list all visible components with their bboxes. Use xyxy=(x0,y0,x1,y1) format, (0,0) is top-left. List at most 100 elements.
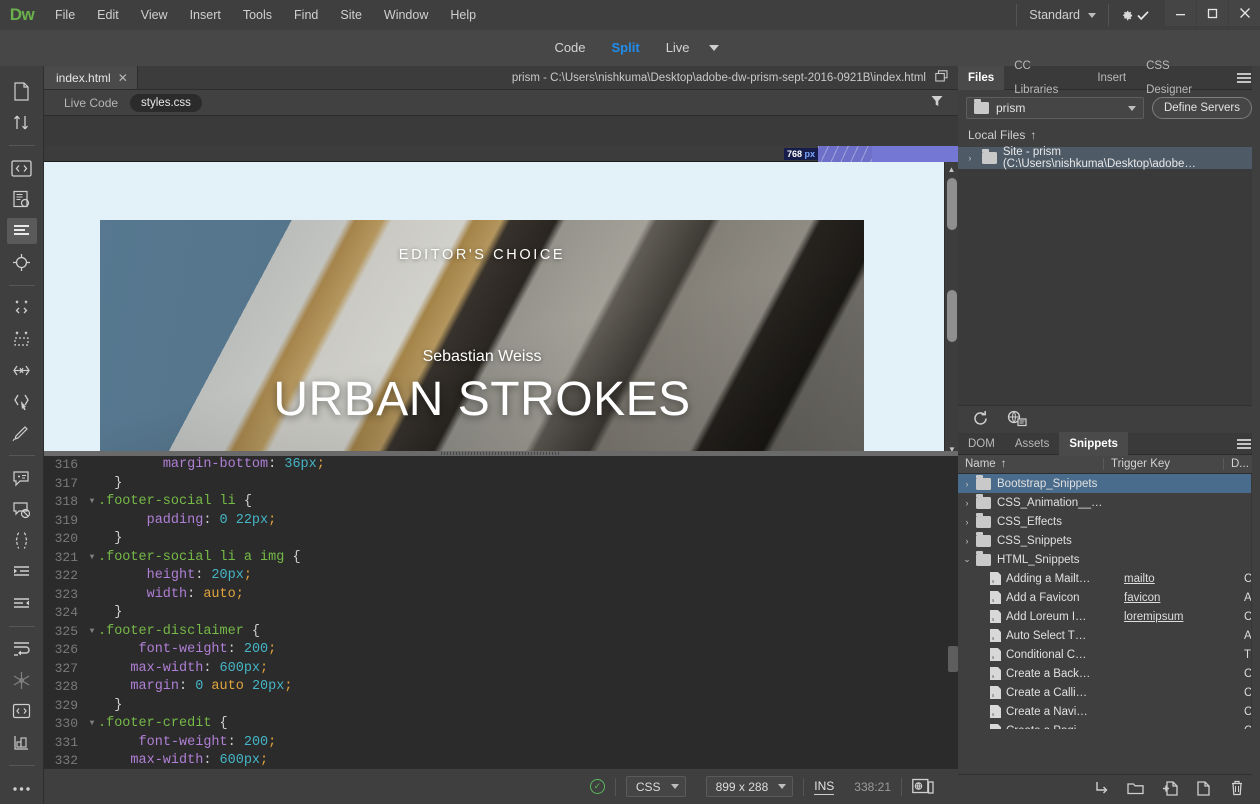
expand-twisty-icon[interactable]: › xyxy=(958,517,976,527)
validation-status[interactable]: ✓ xyxy=(580,769,615,804)
close-icon[interactable]: ✕ xyxy=(118,71,128,85)
code-scroll-thumb[interactable] xyxy=(948,646,958,672)
menu-window[interactable]: Window xyxy=(373,0,439,30)
insert-mode-cell[interactable]: INS xyxy=(804,769,844,804)
code-view-pane[interactable]: 316 margin-bottom: 36px;317 }318▼.footer… xyxy=(44,456,958,768)
balance-braces-icon[interactable] xyxy=(7,358,37,383)
panel-tab-insert[interactable]: Insert xyxy=(1087,66,1136,90)
document-tab-index-html[interactable]: index.html ✕ xyxy=(44,66,138,89)
delete-icon[interactable] xyxy=(1230,780,1244,799)
local-files-header[interactable]: Local Files ↑ xyxy=(958,125,1260,147)
code-line[interactable]: 323 width: auto; xyxy=(44,586,958,605)
expand-twisty-icon[interactable]: › xyxy=(958,479,976,489)
menu-edit[interactable]: Edit xyxy=(86,0,130,30)
snippet-row[interactable]: ⌄HTML_Snippets xyxy=(958,550,1260,569)
scrollbar-thumb-secondary[interactable] xyxy=(947,290,957,342)
code-brackets-icon[interactable] xyxy=(7,156,37,181)
refresh-icon[interactable] xyxy=(972,410,989,430)
related-file-styles-css[interactable]: styles.css xyxy=(130,94,202,112)
expand-twisty-icon[interactable]: › xyxy=(964,153,976,163)
code-fold-toggle[interactable]: ▼ xyxy=(86,715,98,734)
snippet-row[interactable]: ›Bootstrap_Snippets xyxy=(958,474,1260,493)
snippet-row[interactable]: Create a Calli…C xyxy=(958,683,1260,702)
tab-live[interactable]: Live xyxy=(653,30,703,66)
media-query-marker-768[interactable]: 768 px xyxy=(784,146,958,162)
scrollbar-thumb[interactable] xyxy=(947,178,957,230)
column-name[interactable]: Name ↑ xyxy=(958,458,1103,470)
settings-button[interactable] xyxy=(1108,4,1164,26)
code-line[interactable]: 328 margin: 0 auto 20px; xyxy=(44,678,958,697)
snippet-row[interactable]: Adding a Mailt…mailtoC xyxy=(958,569,1260,588)
snowflake-icon[interactable] xyxy=(7,668,37,693)
code-line[interactable]: 322 height: 20px; xyxy=(44,567,958,586)
file-row[interactable]: ›Site - prism (C:\Users\nishkuma\Desktop… xyxy=(958,147,1260,169)
scroll-up-icon[interactable]: ▲ xyxy=(945,162,958,176)
snippet-row[interactable]: Create a Pagi…C xyxy=(958,721,1260,729)
folder-icon[interactable] xyxy=(1127,781,1144,798)
menu-insert[interactable]: Insert xyxy=(179,0,232,30)
panel-tab-css-designer[interactable]: CSS Designer xyxy=(1136,54,1228,102)
live-view-target-icon[interactable] xyxy=(7,250,37,275)
minimize-button[interactable] xyxy=(1165,0,1196,26)
apply-source-formatting-icon[interactable] xyxy=(7,420,37,445)
new-document-icon[interactable] xyxy=(7,79,37,104)
more-options-icon[interactable] xyxy=(7,776,37,801)
panel-tab-assets[interactable]: Assets xyxy=(1005,432,1060,456)
expand-collapse-icon[interactable] xyxy=(7,296,37,321)
filter-funnel-icon[interactable] xyxy=(930,94,944,111)
code-line[interactable]: 324 } xyxy=(44,604,958,623)
tab-split[interactable]: Split xyxy=(599,30,653,66)
code-line[interactable]: 330▼.footer-credit { xyxy=(44,715,958,734)
new-snippet-folder-icon[interactable] xyxy=(1162,781,1178,799)
expand-twisty-icon[interactable]: › xyxy=(958,498,976,508)
panel-tab-cc-libraries[interactable]: CC Libraries xyxy=(1004,54,1087,102)
code-line[interactable]: 316 margin-bottom: 36px; xyxy=(44,456,958,475)
panel-tab-dom[interactable]: DOM xyxy=(958,432,1005,456)
code-line[interactable]: 327 max-width: 600px; xyxy=(44,660,958,679)
close-button[interactable] xyxy=(1229,0,1260,26)
code-line[interactable]: 317 } xyxy=(44,475,958,494)
sort-arrows-icon[interactable] xyxy=(7,110,37,135)
code-fold-toggle[interactable]: ▼ xyxy=(86,549,98,568)
snippet-row[interactable]: Create a Back…C xyxy=(958,664,1260,683)
panel-tab-snippets[interactable]: Snippets xyxy=(1059,432,1128,456)
language-select[interactable]: CSS xyxy=(626,776,686,797)
menu-help[interactable]: Help xyxy=(439,0,487,30)
select-child-icon[interactable] xyxy=(7,389,37,414)
select-parent-tag-icon[interactable] xyxy=(7,327,37,352)
snippet-row[interactable]: Add Loreum I…loremipsumC xyxy=(958,607,1260,626)
column-trigger-key[interactable]: Trigger Key xyxy=(1103,458,1223,470)
chevron-down-icon[interactable] xyxy=(709,45,719,51)
expand-twisty-icon[interactable]: › xyxy=(958,536,976,546)
snippet-row[interactable]: ›CSS_Effects xyxy=(958,512,1260,531)
live-view-scrollbar[interactable]: ▲ ▼ xyxy=(944,162,958,456)
site-select[interactable]: prism xyxy=(966,97,1144,119)
window-size-select[interactable]: 899 x 288 xyxy=(706,776,794,797)
get-files-icon[interactable] xyxy=(1094,781,1109,799)
menu-file[interactable]: File xyxy=(44,0,86,30)
code-line[interactable]: 332 max-width: 600px; xyxy=(44,752,958,768)
define-servers-button[interactable]: Define Servers xyxy=(1152,97,1252,119)
menu-tools[interactable]: Tools xyxy=(232,0,283,30)
format-source-code-icon[interactable] xyxy=(7,218,37,243)
line-wrap-icon[interactable] xyxy=(7,637,37,662)
preview-button[interactable] xyxy=(902,769,944,804)
comment-icon[interactable] xyxy=(7,466,37,491)
code-line[interactable]: 318▼.footer-social li { xyxy=(44,493,958,512)
new-snippet-icon[interactable] xyxy=(1196,781,1212,799)
tab-code[interactable]: Code xyxy=(541,30,598,66)
snippet-row[interactable]: Auto Select T…A xyxy=(958,626,1260,645)
code-fold-toggle[interactable]: ▼ xyxy=(86,493,98,512)
menu-site[interactable]: Site xyxy=(329,0,373,30)
code-line[interactable]: 325▼.footer-disclaimer { xyxy=(44,623,958,642)
live-code-button[interactable]: Live Code xyxy=(64,96,118,110)
code-line[interactable]: 331 font-weight: 200; xyxy=(44,734,958,753)
code-line[interactable]: 319 padding: 0 22px; xyxy=(44,512,958,531)
indent-code-icon[interactable] xyxy=(7,559,37,584)
grid-icon[interactable] xyxy=(7,730,37,755)
uncomment-icon[interactable] xyxy=(7,497,37,522)
wrap-tag-icon[interactable] xyxy=(7,528,37,553)
code-line[interactable]: 329 } xyxy=(44,697,958,716)
menu-view[interactable]: View xyxy=(130,0,179,30)
expand-twisty-icon[interactable]: ⌄ xyxy=(958,554,976,565)
